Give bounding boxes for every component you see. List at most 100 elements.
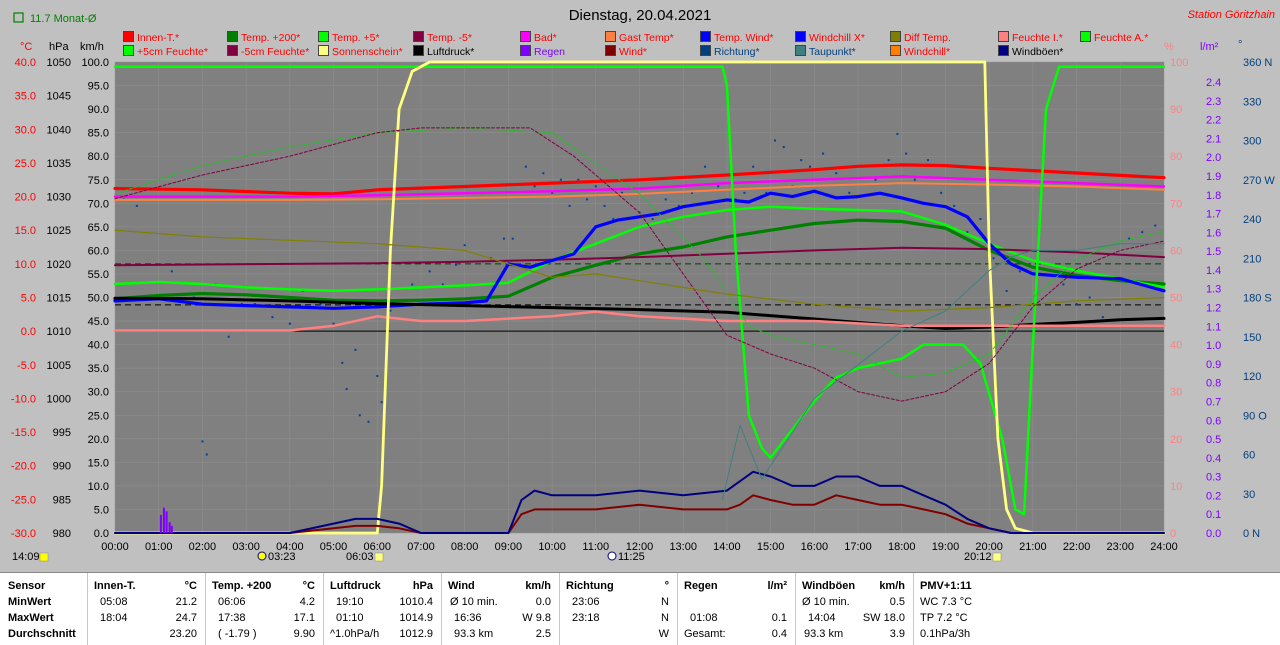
legend-label: Feuchte I.* [1012, 32, 1063, 44]
innen-title: Innen-T. [94, 580, 136, 592]
celsius-tick-label: 30.0 [15, 124, 36, 136]
legend-item: Temp. -5* [413, 31, 472, 44]
kmh-tick-label: 50.0 [88, 293, 109, 305]
rain-bar [168, 522, 171, 533]
hpa-tick-label: 1035 [47, 158, 71, 170]
legend-swatch [890, 31, 901, 42]
direction-point [603, 204, 606, 207]
hpa-tick-label: 1040 [47, 124, 71, 136]
direction-point [345, 388, 348, 391]
boeen-max-value: SW 18.0 [862, 612, 905, 624]
kmh-tick-label: 100.0 [81, 57, 109, 69]
x-tick-label: 05:00 [320, 541, 348, 553]
wind-unit: km/h [525, 580, 551, 592]
direction-point [953, 204, 956, 207]
legend-swatch [998, 45, 1009, 56]
boeen-unit: km/h [879, 580, 905, 592]
x-tick-label: 19:00 [932, 541, 960, 553]
axis-unit-hpa: hPa [49, 41, 69, 53]
direction-point [782, 146, 785, 149]
col-temp200: Temp. +200 °C 06:06 4.2 17:38 17.1 ( -1.… [206, 573, 324, 645]
col-luftdruck: Luftdruck hPa 19:10 1010.4 01:10 1014.9 … [324, 573, 442, 645]
x-tick-label: 03:00 [232, 541, 260, 553]
luftdruck-min-time: 19:10 [336, 596, 364, 608]
time-marker-sunrise2: 06:03 [346, 551, 374, 563]
legend-label: Temp. +5* [332, 32, 380, 44]
luftdruck-avg-trend: ^1.0hPa/h [330, 628, 380, 640]
kmh-tick-label: 30.0 [88, 387, 109, 399]
direction-point [704, 165, 707, 168]
degree-tick-label: 60 [1243, 450, 1255, 462]
innen-unit: °C [184, 580, 197, 592]
x-tick-label: 23:00 [1107, 541, 1135, 553]
legend-label: +5cm Feuchte* [137, 46, 208, 58]
axis-unit-percent: % [1164, 41, 1174, 53]
hpa-tick-label: 995 [53, 427, 71, 439]
direction-point [1154, 224, 1157, 227]
legend-item: Feuchte A.* [1080, 31, 1148, 44]
rain-tick-label: 0.1 [1206, 509, 1221, 521]
legend-label: Regen [534, 46, 565, 58]
hpa-tick-label: 1005 [47, 360, 71, 372]
legend-swatch [227, 45, 238, 56]
degree-tick-label: 330 [1243, 96, 1261, 108]
direction-point [913, 178, 916, 181]
regen-title: Regen [684, 580, 718, 592]
sun-icon-left [39, 552, 49, 562]
legend-item: +5cm Feuchte* [123, 45, 208, 58]
legend-label: Gast Temp* [619, 32, 674, 44]
direction-point [288, 322, 291, 325]
direction-point [380, 401, 383, 404]
rain-tick-label: 1.6 [1206, 227, 1221, 239]
temp200-min-value: 4.2 [299, 596, 315, 608]
moon-icon [607, 551, 617, 561]
direction-point [454, 263, 457, 266]
col-innen: Innen-T. °C 05:08 21.2 18:04 24.7 23.20 [88, 573, 206, 645]
degree-tick-label: 30 [1243, 489, 1255, 501]
kmh-tick-label: 60.0 [88, 245, 109, 257]
legend-label: Wind* [619, 46, 648, 58]
direction-point [1062, 283, 1065, 286]
temp200-unit: °C [302, 580, 315, 592]
celsius-tick-label: -30.0 [11, 528, 36, 540]
sensor-max: MaxWert [8, 612, 54, 624]
legend-label: Diff Temp. [904, 32, 951, 44]
time-marker-sunset: 20:12 [964, 551, 992, 563]
legend-label: Sonnenschein* [332, 46, 403, 58]
direction-point [341, 361, 344, 364]
regen-max-time: 01:08 [690, 612, 718, 624]
direction-point [205, 453, 208, 456]
legend-item: Luftdruck* [413, 45, 474, 58]
x-tick-label: 00:00 [101, 541, 129, 553]
legend-label: Bad* [534, 32, 557, 44]
time-marker-left: 14:09 [12, 551, 40, 563]
direction-point [533, 185, 536, 188]
direction-point [428, 270, 431, 273]
col-boeen: Windböen km/h Ø 10 min. 0.5 14:04 SW 18.… [796, 573, 914, 645]
sensor-title: Sensor [8, 580, 46, 592]
degree-tick-label: 180 S [1243, 293, 1272, 305]
legend-label: Windböen* [1012, 46, 1064, 58]
direction-point [835, 172, 838, 175]
wind-title: Wind [448, 580, 475, 592]
weather-chart-area: 00:00 01:00 02:00 03:00 04:00 05:00 06:00 07:00… [0, 0, 1280, 572]
chart-title: Dienstag, 20.04.2021 [569, 7, 712, 24]
legend-swatch [795, 31, 806, 42]
x-tick-label: 09:00 [495, 541, 523, 553]
degree-tick-label: 120 [1243, 371, 1261, 383]
temp200-avg-value: 9.90 [293, 628, 315, 640]
direction-point [559, 178, 562, 181]
celsius-tick-label: 25.0 [15, 158, 36, 170]
temp200-max-value: 17.1 [293, 612, 315, 624]
kmh-tick-label: 95.0 [88, 81, 109, 93]
richtung-avg-value: W [658, 628, 669, 640]
station-name: Station Göritzhain [1188, 9, 1275, 21]
legend-label: Temp. +200* [241, 32, 301, 44]
legend-label: Innen-T.* [137, 32, 180, 44]
wind-avg-value: 2.5 [535, 628, 551, 640]
legend-item: Wind* [605, 45, 647, 58]
hpa-tick-label: 1030 [47, 192, 71, 204]
direction-point [586, 198, 589, 201]
direction-point [542, 172, 545, 175]
pmv-dewpoint: TP 7.2 °C [920, 612, 968, 624]
